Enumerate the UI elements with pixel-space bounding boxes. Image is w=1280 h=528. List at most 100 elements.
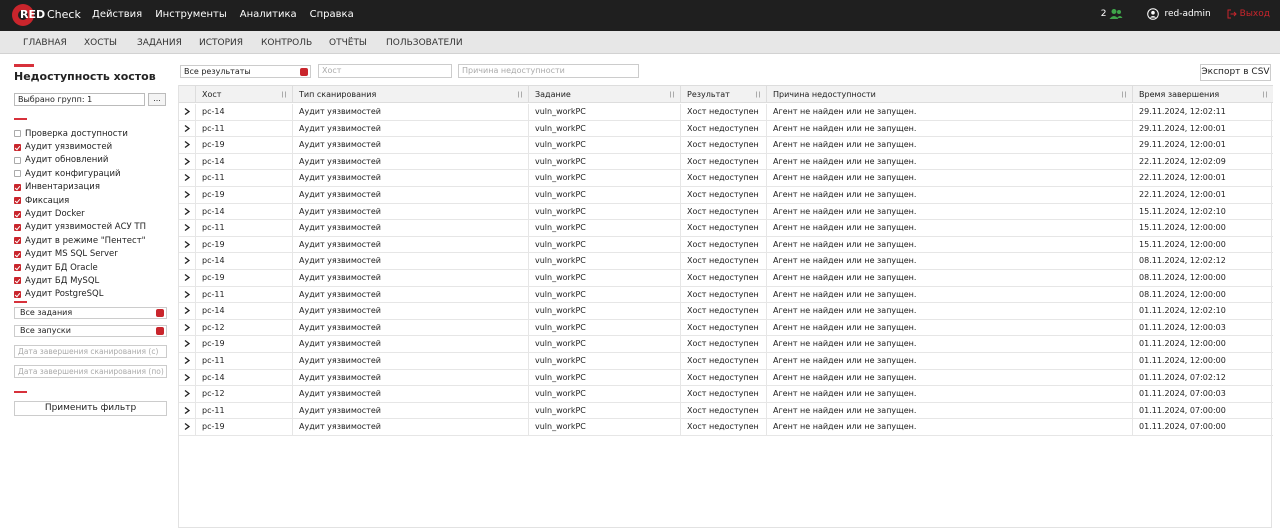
apply-filter-button[interactable]: Применить фильтр bbox=[14, 401, 167, 416]
expand-row-icon[interactable] bbox=[179, 253, 195, 269]
table-row[interactable]: pc-11 Аудит уязвимостей vuln_workPC Хост не… bbox=[179, 120, 1273, 138]
sort-icon[interactable] bbox=[281, 91, 287, 98]
expand-row-icon[interactable] bbox=[179, 204, 195, 220]
scan-type-option[interactable]: Аудит БД Oracle bbox=[14, 261, 174, 274]
checkbox[interactable] bbox=[14, 210, 21, 218]
column-header-result[interactable]: Результат bbox=[680, 86, 766, 103]
scan-type-option[interactable]: Аудит PostgreSQL bbox=[14, 288, 174, 301]
scan-type-option[interactable]: Проверка доступности bbox=[14, 127, 174, 140]
expand-row-icon[interactable] bbox=[179, 154, 195, 170]
online-users-count[interactable]: 2 bbox=[1101, 9, 1107, 19]
checkbox[interactable] bbox=[14, 130, 21, 138]
column-header-reason[interactable]: Причина недоступности bbox=[766, 86, 1132, 103]
nav-analytics[interactable]: Аналитика bbox=[240, 9, 297, 20]
column-header-scan-type[interactable]: Тип сканирования bbox=[292, 86, 528, 103]
expand-row-icon[interactable] bbox=[179, 386, 195, 402]
subnav-tasks[interactable]: ЗАДАНИЯ bbox=[137, 38, 182, 48]
column-header-host[interactable]: Хост bbox=[195, 86, 292, 103]
table-row[interactable]: pc-14 Аудит уязвимостей vuln_workPC Хост не… bbox=[179, 153, 1273, 171]
expand-row-icon[interactable] bbox=[179, 370, 195, 386]
scan-type-option[interactable]: Инвентаризация bbox=[14, 181, 174, 194]
table-row[interactable]: pc-14 Аудит уязвимостей vuln_workPC Хост не… bbox=[179, 203, 1273, 221]
table-row[interactable]: pc-11 Аудит уязвимостей vuln_workPC Хост не… bbox=[179, 170, 1273, 187]
table-row[interactable]: pc-14 Аудит уязвимостей vuln_workPC Хост не… bbox=[179, 303, 1273, 320]
logo[interactable]: RED Check bbox=[12, 4, 81, 26]
scan-type-option[interactable]: Аудит обновлений bbox=[14, 154, 174, 167]
table-row[interactable]: pc-11 Аудит уязвимостей vuln_workPC Хост не… bbox=[179, 353, 1273, 370]
checkbox[interactable] bbox=[14, 223, 21, 231]
expand-row-icon[interactable] bbox=[179, 187, 195, 203]
users-icon[interactable] bbox=[1109, 8, 1123, 20]
scan-type-option[interactable]: Фиксация bbox=[14, 194, 174, 207]
expand-row-icon[interactable] bbox=[179, 170, 195, 186]
sort-icon[interactable] bbox=[1121, 91, 1127, 98]
scan-type-option[interactable]: Аудит MS SQL Server bbox=[14, 248, 174, 261]
table-row[interactable]: pc-14 Аудит уязвимостей vuln_workPC Хост не… bbox=[179, 104, 1273, 121]
expand-row-icon[interactable] bbox=[179, 104, 195, 120]
checkbox[interactable] bbox=[14, 183, 21, 191]
checkbox[interactable] bbox=[14, 290, 21, 298]
export-csv-button[interactable]: Экспорт в CSV bbox=[1200, 64, 1271, 81]
table-row[interactable]: pc-12 Аудит уязвимостей vuln_workPC Хост не… bbox=[179, 319, 1273, 337]
runs-select[interactable]: Все запуски bbox=[14, 325, 167, 337]
checkbox[interactable] bbox=[14, 250, 21, 258]
scan-type-option[interactable]: Аудит в режиме "Пентест" bbox=[14, 234, 174, 247]
table-row[interactable]: pc-11 Аудит уязвимостей vuln_workPC Хост не… bbox=[179, 402, 1273, 420]
table-row[interactable]: pc-14 Аудит уязвимостей vuln_workPC Хост не… bbox=[179, 253, 1273, 270]
logout-link[interactable]: Выход bbox=[1240, 9, 1270, 19]
host-search-input[interactable]: Хост bbox=[318, 64, 452, 78]
checkbox[interactable] bbox=[14, 143, 21, 151]
user-avatar-icon[interactable] bbox=[1147, 8, 1160, 20]
table-row[interactable]: pc-19 Аудит уязвимостей vuln_workPC Хост не… bbox=[179, 270, 1273, 287]
checkbox[interactable] bbox=[14, 237, 21, 245]
expand-row-icon[interactable] bbox=[179, 237, 195, 253]
logout-icon[interactable] bbox=[1227, 9, 1237, 19]
expand-row-icon[interactable] bbox=[179, 336, 195, 352]
table-row[interactable]: pc-11 Аудит уязвимостей vuln_workPC Хост не… bbox=[179, 286, 1273, 304]
group-select[interactable]: Выбрано групп: 1 bbox=[14, 93, 145, 106]
reason-search-input[interactable]: Причина недоступности bbox=[458, 64, 639, 78]
sort-icon[interactable] bbox=[755, 91, 761, 98]
sort-icon[interactable] bbox=[669, 91, 675, 98]
checkbox[interactable] bbox=[14, 264, 21, 272]
expand-row-icon[interactable] bbox=[179, 403, 195, 419]
expand-row-icon[interactable] bbox=[179, 353, 195, 369]
table-row[interactable]: pc-19 Аудит уязвимостей vuln_workPC Хост не… bbox=[179, 236, 1273, 254]
subnav-reports[interactable]: ОТЧЁТЫ bbox=[329, 38, 367, 48]
subnav-hosts[interactable]: ХОСТЫ bbox=[84, 38, 117, 48]
date-from-field[interactable]: Дата завершения сканирования (с) bbox=[14, 345, 167, 358]
nav-tools[interactable]: Инструменты bbox=[155, 9, 227, 20]
expand-row-icon[interactable] bbox=[179, 320, 195, 336]
column-header-task[interactable]: Задание bbox=[528, 86, 680, 103]
table-row[interactable]: pc-12 Аудит уязвимостей vuln_workPC Хост не… bbox=[179, 386, 1273, 403]
date-to-field[interactable]: Дата завершения сканирования (по) bbox=[14, 365, 167, 378]
expand-row-icon[interactable] bbox=[179, 220, 195, 236]
scan-type-option[interactable]: Аудит БД MySQL bbox=[14, 274, 174, 287]
table-row[interactable]: pc-11 Аудит уязвимостей vuln_workPC Хост не… bbox=[179, 220, 1273, 237]
table-row[interactable]: pc-19 Аудит уязвимостей vuln_workPC Хост не… bbox=[179, 336, 1273, 353]
checkbox[interactable] bbox=[14, 156, 21, 164]
subnav-users[interactable]: ПОЛЬЗОВАТЕЛИ bbox=[386, 38, 463, 48]
column-header-finish-time[interactable]: Время завершения bbox=[1132, 86, 1273, 103]
scan-type-option[interactable]: Аудит уязвимостей АСУ ТП bbox=[14, 221, 174, 234]
current-user[interactable]: red-admin bbox=[1164, 9, 1210, 19]
expand-row-icon[interactable] bbox=[179, 121, 195, 137]
checkbox[interactable] bbox=[14, 277, 21, 285]
checkbox[interactable] bbox=[14, 170, 21, 178]
group-more-button[interactable]: ... bbox=[148, 93, 166, 106]
subnav-control[interactable]: КОНТРОЛЬ bbox=[261, 38, 312, 48]
scan-type-option[interactable]: Аудит Docker bbox=[14, 207, 174, 220]
expand-row-icon[interactable] bbox=[179, 419, 195, 435]
expand-row-icon[interactable] bbox=[179, 303, 195, 319]
tasks-select[interactable]: Все задания bbox=[14, 307, 167, 319]
expand-row-icon[interactable] bbox=[179, 270, 195, 286]
result-select[interactable]: Все результаты bbox=[180, 65, 311, 78]
checkbox[interactable] bbox=[14, 197, 21, 205]
scan-type-option[interactable]: Аудит уязвимостей bbox=[14, 140, 174, 153]
table-row[interactable]: pc-19 Аудит уязвимостей vuln_workPC Хост не… bbox=[179, 137, 1273, 154]
expand-row-icon[interactable] bbox=[179, 287, 195, 303]
expand-row-icon[interactable] bbox=[179, 137, 195, 153]
scan-type-option[interactable]: Аудит конфигураций bbox=[14, 167, 174, 180]
nav-help[interactable]: Справка bbox=[310, 9, 354, 20]
subnav-history[interactable]: ИСТОРИЯ bbox=[199, 38, 243, 48]
